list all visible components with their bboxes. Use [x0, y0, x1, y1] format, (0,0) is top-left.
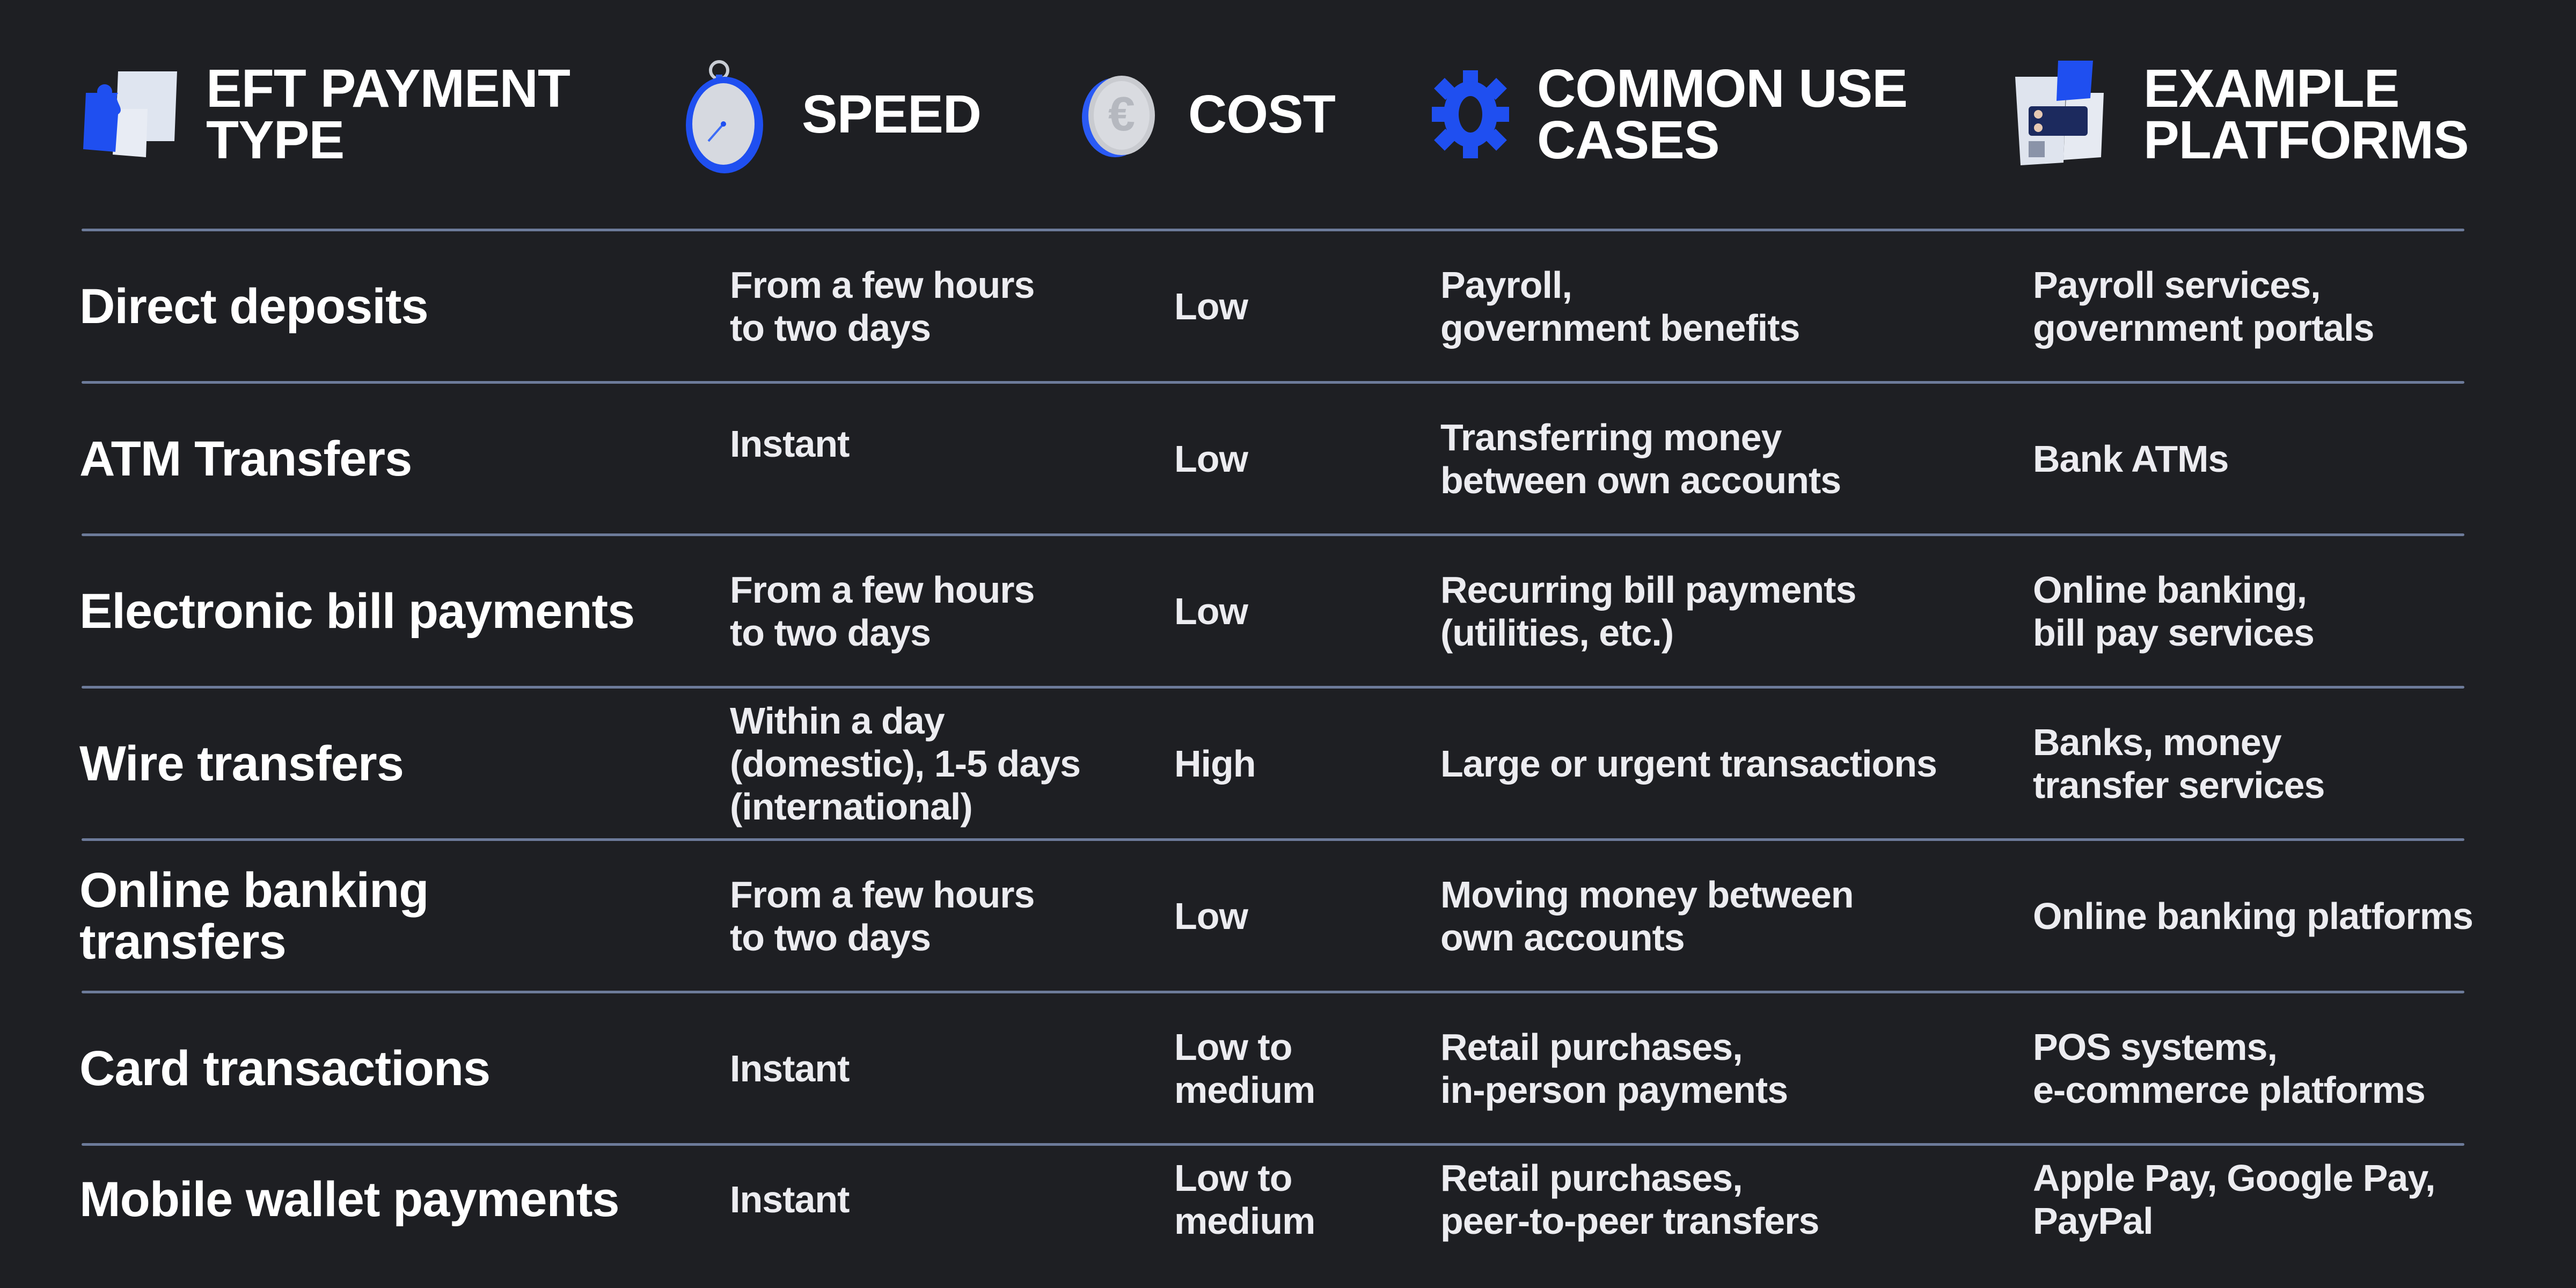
speed-value: Within a day (domestic), 1-5 days (inter…	[730, 699, 1081, 828]
stopwatch-icon	[671, 55, 789, 173]
use-cases-value: Payroll, government benefits	[1440, 264, 1800, 349]
cost-value: High	[1174, 742, 1256, 785]
table-row: Mobile wallet payments Instant Low to me…	[0, 1146, 2576, 1253]
platforms-value: Online banking platforms	[2033, 895, 2473, 937]
cost-value: Low to medium	[1174, 1026, 1315, 1111]
use-cases-value: Large or urgent transactions	[1440, 742, 1937, 785]
header-example-platforms: EXAMPLE PLATFORMS	[2007, 0, 2469, 229]
speed-value: Instant	[730, 423, 850, 465]
speed-value: Instant	[730, 1179, 850, 1220]
speed-value: From a few hours to two days	[730, 264, 1035, 349]
header-label: SPEED	[802, 84, 982, 144]
speed-value: From a few hours to two days	[730, 873, 1035, 958]
header-common-use-cases: COMMON USE CASES	[1417, 0, 1908, 229]
use-cases-value: Recurring bill payments (utilities, etc.…	[1440, 568, 1856, 654]
header-speed: SPEED	[671, 0, 982, 229]
puzzle-icon	[75, 55, 193, 173]
header-label: COST	[1188, 84, 1336, 144]
payment-type: Electronic bill payments	[79, 583, 635, 639]
header-label: EFT PAYMENT TYPE	[206, 58, 570, 170]
payment-type: Mobile wallet payments	[79, 1172, 620, 1227]
table-row: Electronic bill payments From a few hour…	[0, 536, 2576, 686]
payment-type: ATM Transfers	[79, 431, 412, 486]
table-row: ATM Transfers Instant Low Transferring m…	[0, 384, 2576, 533]
payment-type: Direct deposits	[79, 279, 429, 334]
payment-type: Wire transfers	[79, 736, 404, 791]
cost-value: Low	[1174, 590, 1248, 632]
table-row: Card transactions Instant Low to medium …	[0, 993, 2576, 1143]
platforms-value: Bank ATMs	[2033, 437, 2229, 480]
payment-type: Online banking transfers	[79, 862, 429, 969]
table-row: Direct deposits From a few hours to two …	[0, 231, 2576, 381]
cost-value: Low to medium	[1174, 1157, 1315, 1242]
cost-value: Low	[1174, 895, 1248, 937]
speed-value: Instant	[730, 1047, 850, 1089]
platforms-value: Payroll services, government portals	[2033, 264, 2374, 349]
gear-icon	[1417, 55, 1524, 173]
cost-value: Low	[1174, 437, 1248, 480]
platforms-value: POS systems, e-commerce platforms	[2033, 1026, 2426, 1111]
platforms-puzzle-icon	[2007, 55, 2131, 173]
speed-value: From a few hours to two days	[730, 568, 1035, 654]
svg-text:€: €	[1108, 87, 1135, 141]
table-row: Online banking transfers From a few hour…	[0, 841, 2576, 991]
platforms-value: Online banking, bill pay services	[2033, 568, 2315, 654]
table-header: EFT PAYMENT TYPE SPEED € COST COMMON USE…	[0, 0, 2576, 229]
header-cost: € COST	[1068, 0, 1336, 229]
use-cases-value: Retail purchases, peer-to-peer transfers	[1440, 1157, 1819, 1242]
header-eft-payment-type: EFT PAYMENT TYPE	[75, 0, 570, 229]
platforms-value: Banks, money transfer services	[2033, 721, 2325, 806]
euro-coin-icon: €	[1068, 55, 1175, 173]
header-label: EXAMPLE PLATFORMS	[2143, 58, 2469, 170]
payment-type: Card transactions	[79, 1041, 491, 1096]
table-row: Wire transfers Within a day (domestic), …	[0, 689, 2576, 838]
cost-value: Low	[1174, 285, 1248, 327]
header-label: COMMON USE CASES	[1537, 58, 1908, 170]
use-cases-value: Transferring money between own accounts	[1440, 416, 1841, 501]
use-cases-value: Moving money between own accounts	[1440, 873, 1854, 958]
use-cases-value: Retail purchases, in-person payments	[1440, 1026, 1788, 1111]
platforms-value: Apple Pay, Google Pay, PayPal	[2033, 1157, 2436, 1242]
